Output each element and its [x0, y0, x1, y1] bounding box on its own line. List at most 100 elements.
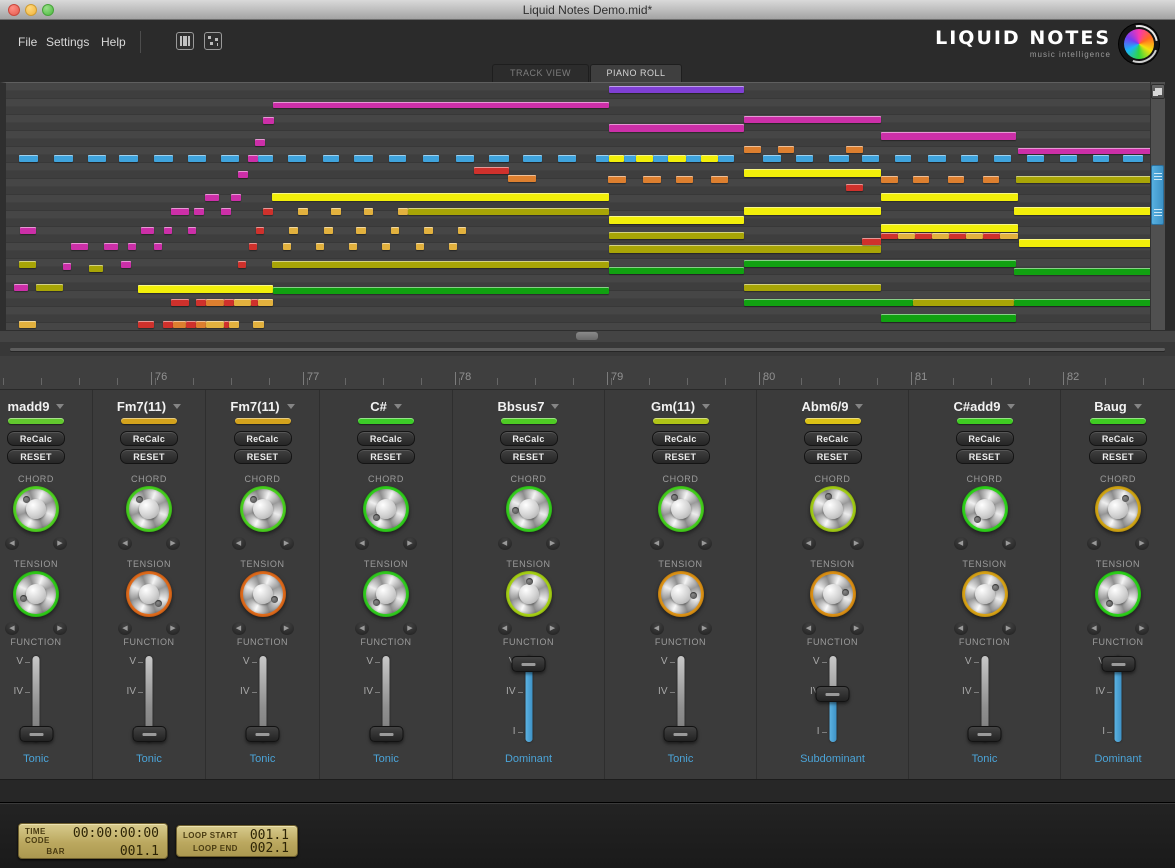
chord-next-button[interactable]: ▶	[280, 537, 294, 550]
tension-prev-button[interactable]: ◀	[802, 622, 816, 635]
tension-next-button[interactable]: ▶	[403, 622, 417, 635]
chord-prev-button[interactable]: ◀	[355, 537, 369, 550]
chord-name-dropdown[interactable]: Fm7(11)	[93, 398, 205, 416]
chord-next-button[interactable]: ▶	[166, 537, 180, 550]
function-slider-handle[interactable]	[132, 726, 166, 742]
piano-roll-note[interactable]	[196, 321, 206, 328]
piano-roll-note[interactable]	[744, 169, 881, 177]
piano-roll-note[interactable]	[272, 261, 609, 268]
chord-next-button[interactable]: ▶	[698, 537, 712, 550]
piano-roll-view-icon[interactable]	[176, 32, 194, 50]
piano-roll-note[interactable]	[1018, 148, 1150, 154]
piano-roll-note[interactable]	[744, 116, 881, 123]
piano-roll-note[interactable]	[458, 227, 466, 234]
piano-roll-note[interactable]	[54, 155, 73, 162]
piano-roll-note[interactable]	[298, 208, 308, 215]
reset-button[interactable]: RESET	[652, 449, 710, 464]
chord-knob[interactable]	[962, 486, 1008, 532]
piano-roll-note[interactable]	[686, 155, 701, 162]
chord-name-dropdown[interactable]: Baug	[1062, 398, 1174, 416]
chord-next-button[interactable]: ▶	[850, 537, 864, 550]
function-slider-handle[interactable]	[968, 726, 1002, 742]
tension-prev-button[interactable]: ◀	[650, 622, 664, 635]
menu-file[interactable]: File	[18, 35, 37, 49]
piano-roll-note[interactable]	[138, 321, 154, 328]
piano-roll-note[interactable]	[718, 155, 734, 162]
piano-roll-note[interactable]	[20, 227, 36, 234]
chord-next-button[interactable]: ▶	[53, 537, 67, 550]
chord-knob[interactable]	[240, 486, 286, 532]
function-slider-handle[interactable]	[369, 726, 403, 742]
piano-roll-note[interactable]	[609, 86, 744, 93]
keyboard-toggle-icon[interactable]	[1151, 84, 1165, 99]
piano-roll-note[interactable]	[256, 227, 264, 234]
piano-roll-note[interactable]	[676, 176, 693, 183]
piano-roll-note[interactable]	[1019, 239, 1150, 247]
piano-roll-note[interactable]	[171, 208, 189, 215]
tension-knob[interactable]	[962, 571, 1008, 617]
chord-name-dropdown[interactable]: Fm7(11)	[207, 398, 319, 416]
piano-roll-note[interactable]	[229, 321, 239, 328]
piano-roll-note[interactable]	[398, 208, 408, 215]
piano-roll-note[interactable]	[744, 146, 761, 153]
reset-button[interactable]: RESET	[234, 449, 292, 464]
chord-next-button[interactable]: ▶	[546, 537, 560, 550]
piano-roll-note[interactable]	[744, 284, 881, 291]
piano-roll-note[interactable]	[258, 299, 273, 306]
piano-roll-note[interactable]	[391, 227, 399, 234]
piano-roll-note[interactable]	[234, 299, 251, 306]
piano-roll-note[interactable]	[389, 155, 406, 162]
piano-roll-note[interactable]	[408, 208, 609, 215]
piano-roll-note[interactable]	[171, 299, 189, 306]
piano-roll-note[interactable]	[263, 117, 274, 124]
tension-next-button[interactable]: ▶	[53, 622, 67, 635]
tab-track-view[interactable]: TRACK VIEW	[492, 64, 589, 82]
chord-prev-button[interactable]: ◀	[1087, 537, 1101, 550]
piano-roll-note[interactable]	[895, 155, 911, 162]
piano-roll-note[interactable]	[456, 155, 474, 162]
piano-roll-note[interactable]	[948, 176, 964, 183]
tension-prev-button[interactable]: ◀	[118, 622, 132, 635]
piano-roll-note[interactable]	[701, 155, 718, 162]
piano-roll-note[interactable]	[643, 176, 661, 183]
chord-next-button[interactable]: ▶	[403, 537, 417, 550]
chord-prev-button[interactable]: ◀	[650, 537, 664, 550]
tension-next-button[interactable]: ▶	[1002, 622, 1016, 635]
reset-button[interactable]: RESET	[120, 449, 178, 464]
piano-roll-note[interactable]	[1123, 155, 1143, 162]
piano-roll-note[interactable]	[288, 155, 306, 162]
piano-roll-note[interactable]	[744, 299, 913, 306]
piano-roll-note[interactable]	[104, 243, 118, 250]
chord-knob[interactable]	[126, 486, 172, 532]
menu-help[interactable]: Help	[101, 35, 126, 49]
piano-roll-note[interactable]	[913, 299, 1014, 306]
piano-roll-note[interactable]	[949, 233, 966, 239]
tension-prev-button[interactable]: ◀	[355, 622, 369, 635]
piano-roll-note[interactable]	[711, 176, 728, 183]
piano-roll-note[interactable]	[323, 155, 339, 162]
chord-next-button[interactable]: ▶	[1135, 537, 1149, 550]
piano-roll-note[interactable]	[744, 207, 881, 215]
piano-roll-note[interactable]	[272, 193, 609, 201]
piano-roll-note[interactable]	[349, 243, 357, 250]
tension-next-button[interactable]: ▶	[850, 622, 864, 635]
piano-roll-note[interactable]	[961, 155, 978, 162]
piano-roll-note[interactable]	[263, 208, 273, 215]
chord-knob[interactable]	[658, 486, 704, 532]
piano-roll-note[interactable]	[163, 321, 173, 328]
piano-roll-note[interactable]	[231, 194, 241, 201]
chord-knob[interactable]	[1095, 486, 1141, 532]
piano-roll-note[interactable]	[186, 321, 196, 328]
piano-roll-note[interactable]	[36, 284, 63, 291]
function-slider[interactable]	[259, 656, 266, 742]
piano-roll-note[interactable]	[636, 155, 653, 162]
chord-prev-button[interactable]: ◀	[232, 537, 246, 550]
piano-roll-note[interactable]	[221, 155, 239, 162]
piano-roll-note[interactable]	[128, 243, 136, 250]
piano-roll-note[interactable]	[1016, 176, 1150, 183]
tension-knob[interactable]	[506, 571, 552, 617]
piano-roll-note[interactable]	[283, 243, 291, 250]
piano-roll-note[interactable]	[1060, 155, 1077, 162]
piano-roll-note[interactable]	[881, 314, 1016, 322]
piano-roll-note[interactable]	[238, 171, 248, 178]
